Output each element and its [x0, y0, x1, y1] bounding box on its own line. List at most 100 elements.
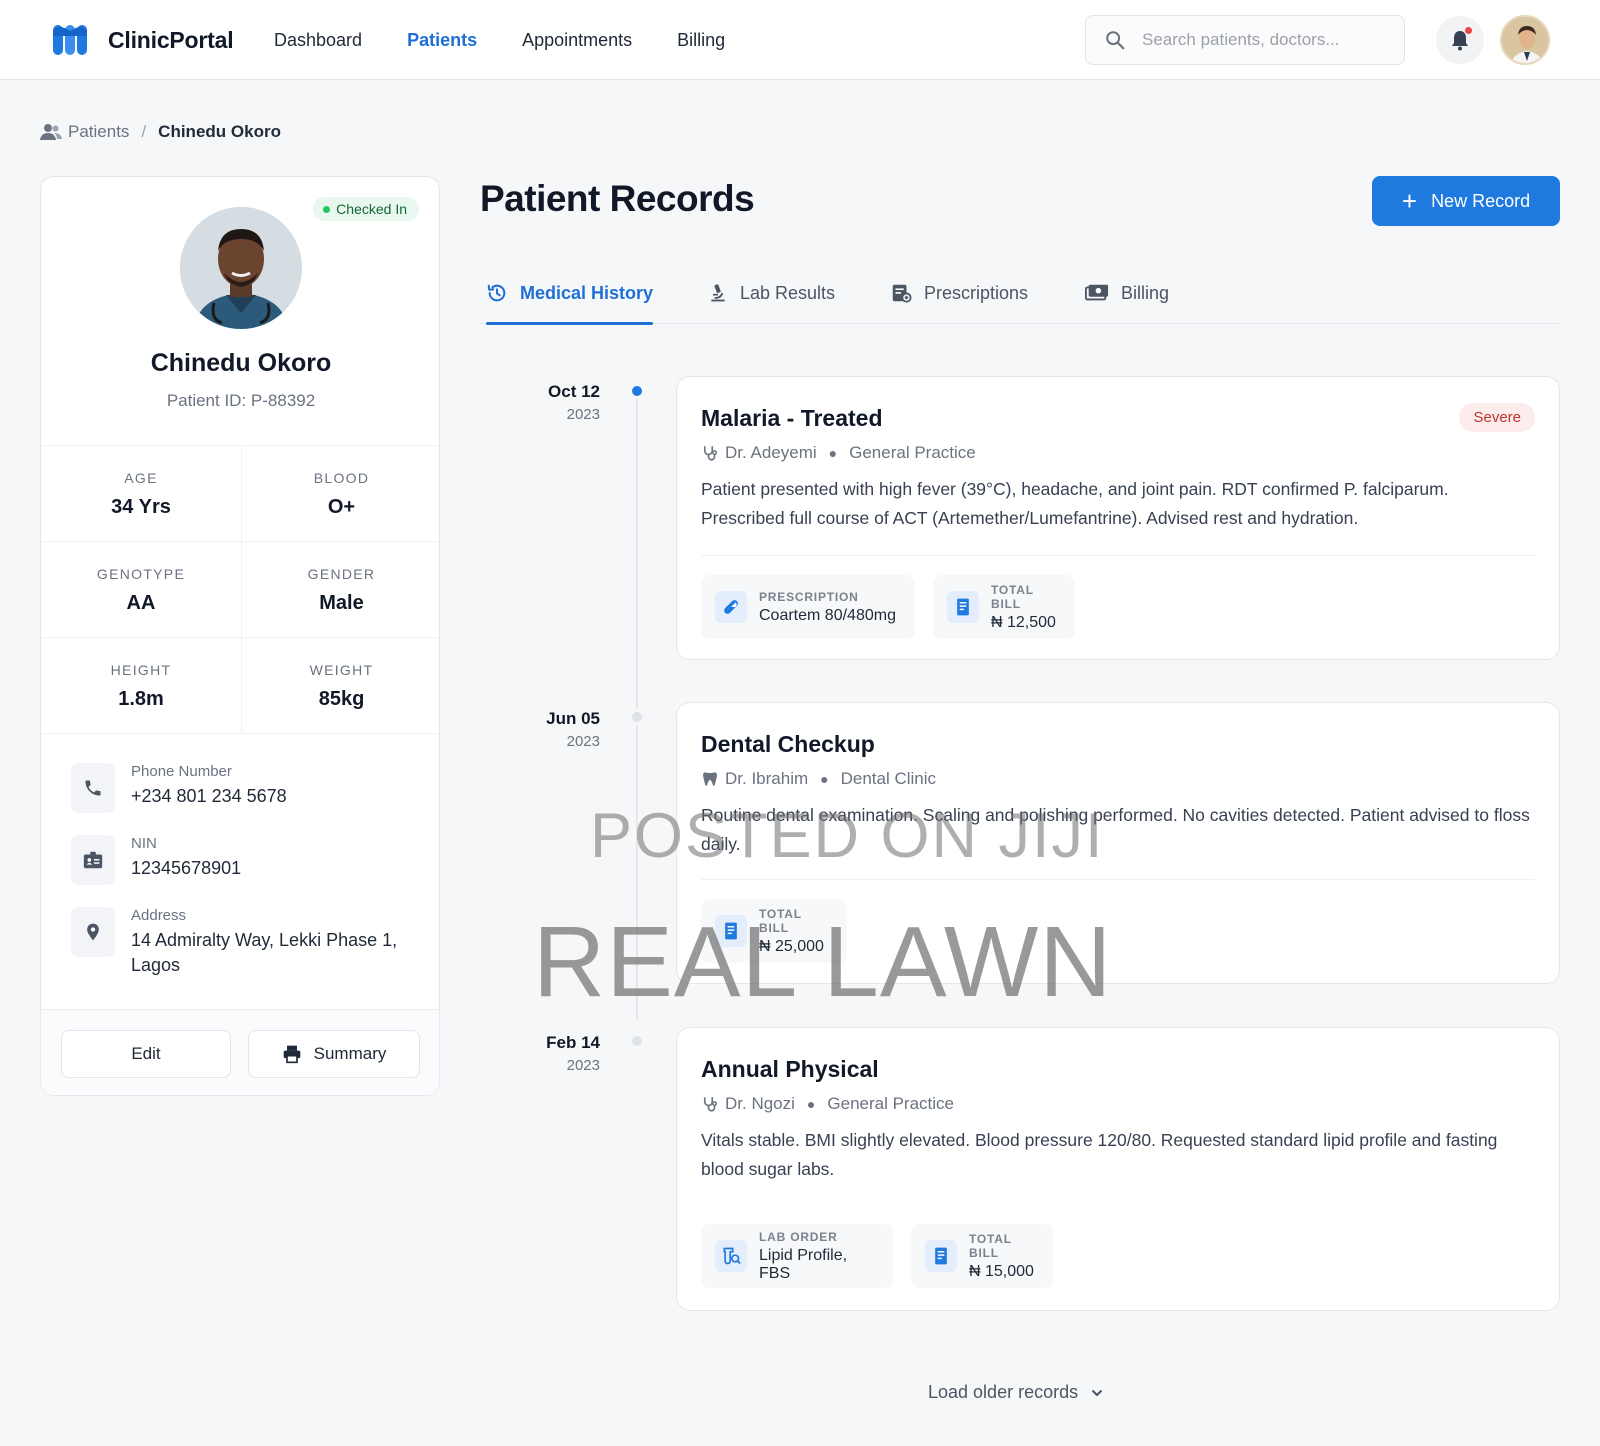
patient-stats-grid: AGE 34 Yrs BLOOD O+ GENOTYPE AA GENDER M…: [41, 445, 439, 734]
new-record-label: New Record: [1431, 190, 1531, 211]
stat-value: O+: [327, 496, 356, 518]
app-name: ClinicPortal: [108, 26, 234, 53]
record-meta: Dr. Ngozi ● General Practice: [701, 1094, 954, 1114]
contact-label: NIN: [131, 835, 157, 852]
edit-button[interactable]: Edit: [61, 1030, 231, 1078]
patient-name: Chinedu Okoro: [150, 349, 332, 377]
stat-height: HEIGHT 1.8m: [41, 638, 241, 733]
status-badge: Checked In: [313, 197, 419, 221]
contact-address: Address 14 Admiralty Way, Lekki Phase 1,…: [71, 907, 421, 978]
main-nav: Dashboard Patients Appointments Billing: [274, 30, 770, 51]
search-icon: [1106, 31, 1125, 50]
profile-actions: Edit Summary: [41, 1009, 439, 1095]
chip-text: TOTAL BILL ₦ 25,000: [759, 907, 833, 956]
contact-phone: Phone Number +234 801 234 5678: [71, 763, 421, 813]
record-date: Oct 12 2023: [500, 382, 600, 423]
receipt-icon: [947, 591, 979, 623]
phone-number: +234 801 234 5678: [131, 786, 287, 806]
doctor-name: Dr. Adeyemi: [725, 443, 817, 462]
page-title: Patient Records: [480, 178, 755, 219]
nav-billing[interactable]: Billing: [677, 30, 725, 51]
printer-icon: [283, 1045, 300, 1064]
stats-row: GENOTYPE AA GENDER Male: [41, 542, 439, 638]
tab-billing[interactable]: Billing: [1085, 262, 1169, 324]
stat-genotype: GENOTYPE AA: [41, 542, 241, 637]
stat-blood: BLOOD O+: [241, 446, 439, 541]
tab-medical-history[interactable]: Medical History: [486, 262, 654, 325]
record-card-malaria[interactable]: Malaria - Treated Severe Dr. Adeyemi ● G…: [676, 376, 1560, 660]
record-date-year: 2023: [566, 1057, 600, 1074]
record-card-dental[interactable]: Dental Checkup Dr. Ibrahim ● Dental Clin…: [676, 702, 1560, 984]
nav-dashboard[interactable]: Dashboard: [274, 30, 362, 51]
top-navigation-bar: ClinicPortal Dashboard Patients Appointm…: [0, 0, 1600, 80]
chip-value: Coartem 80/480mg: [759, 606, 896, 624]
patient-photo: [180, 207, 302, 329]
record-title: Annual Physical: [701, 1056, 879, 1082]
nav-appointments[interactable]: Appointments: [522, 30, 632, 51]
record-card-physical[interactable]: Annual Physical Dr. Ngozi ● General Prac…: [676, 1027, 1560, 1311]
stat-label: AGE: [124, 470, 158, 486]
contact-text: Address 14 Admiralty Way, Lekki Phase 1,…: [131, 907, 411, 978]
record-meta: Dr. Adeyemi ● General Practice: [701, 443, 976, 463]
user-avatar[interactable]: [1500, 15, 1550, 65]
record-description: Routine dental examination. Scaling and …: [701, 805, 1530, 854]
nav-patients[interactable]: Patients: [407, 30, 477, 51]
chip-label: TOTAL BILL: [991, 582, 1034, 611]
phone-icon: [71, 763, 115, 813]
timeline-dot: [629, 1033, 645, 1049]
record-date-day: Oct 12: [548, 382, 600, 401]
receipt-icon: [715, 915, 747, 947]
tab-label: Medical History: [520, 282, 654, 303]
bill-chip: TOTAL BILL ₦ 25,000: [701, 899, 847, 963]
tooth-icon: [701, 770, 719, 788]
severity-badge: Severe: [1459, 403, 1535, 432]
stat-label: GENDER: [307, 566, 376, 582]
chip-text: TOTAL BILL ₦ 15,000: [969, 1232, 1039, 1281]
tab-lab-results[interactable]: Lab Results: [708, 262, 835, 324]
status-dot: [323, 205, 331, 213]
print-summary-button[interactable]: Summary: [248, 1030, 420, 1078]
contact-label: Address: [131, 907, 187, 924]
breadcrumb-patients-link[interactable]: Patients: [68, 122, 129, 142]
record-divider: [701, 555, 1535, 556]
record-date: Jun 05 2023: [500, 709, 600, 750]
chip-text: LAB ORDER Lipid Profile, FBS: [759, 1230, 879, 1283]
history-icon: [486, 282, 508, 304]
brand[interactable]: ClinicPortal: [52, 22, 234, 58]
contact-text: NIN 12345678901: [131, 835, 241, 885]
id-card-icon: [71, 835, 115, 885]
doctor-name: Dr. Ibrahim: [725, 769, 809, 788]
summary-button-label: Summary: [313, 1044, 387, 1063]
notifications-button[interactable]: [1436, 16, 1484, 64]
notification-dot: [1465, 27, 1472, 34]
chevron-down-icon: [1090, 1386, 1104, 1400]
timeline-line: [636, 392, 638, 1020]
record-date: Feb 14 2023: [500, 1033, 600, 1074]
users-icon: [40, 124, 62, 140]
stat-label: HEIGHT: [110, 662, 172, 678]
stat-value: 85kg: [318, 688, 365, 710]
patient-profile-card: Checked In Chinedu Okoro Patient ID: P-8…: [40, 176, 440, 1096]
contact-nin: NIN 12345678901: [71, 835, 421, 885]
doctor-avatar-image: [1502, 17, 1548, 63]
new-record-button[interactable]: + New Record: [1372, 176, 1560, 226]
record-date-day: Jun 05: [546, 709, 600, 728]
prescription-icon: [890, 282, 912, 304]
chip-value: ₦ 12,500: [991, 613, 1056, 631]
load-older-records-button[interactable]: Load older records: [928, 1382, 1104, 1403]
nin-value: 12345678901: [131, 858, 242, 878]
record-description: Patient presented with high fever (39°C)…: [701, 479, 1449, 528]
bill-chip: TOTAL BILL ₦ 12,500: [933, 575, 1075, 639]
doctor-name: Dr. Ngozi: [725, 1094, 795, 1113]
contact-text: Phone Number +234 801 234 5678: [131, 763, 287, 813]
chip-label: TOTAL BILL: [759, 906, 802, 935]
tab-label: Prescriptions: [924, 282, 1029, 303]
record-divider: [701, 879, 1535, 880]
patient-portrait-image: [180, 207, 302, 329]
chip-label: LAB ORDER: [759, 1229, 838, 1244]
search-input[interactable]: [1142, 30, 1382, 50]
record-title: Malaria - Treated: [701, 405, 883, 431]
tab-prescriptions[interactable]: Prescriptions: [890, 262, 1028, 324]
chip-label: PRESCRIPTION: [759, 589, 859, 604]
record-meta: Dr. Ibrahim ● Dental Clinic: [701, 769, 936, 789]
